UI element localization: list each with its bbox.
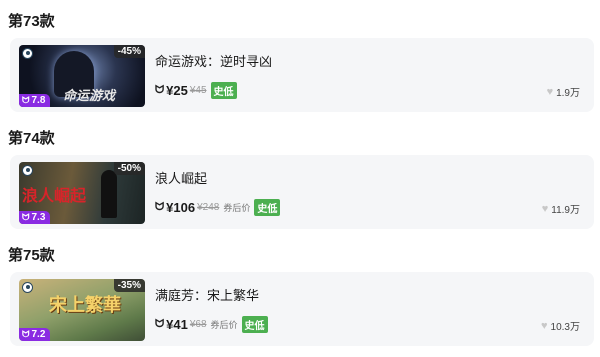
game-name[interactable]: 浪人崛起 [155, 168, 207, 187]
original-price: ¥68 [189, 318, 207, 330]
heart-icon: ♥ [546, 85, 554, 98]
current-price: ¥25 [166, 82, 188, 98]
lowest-price-tag: 史低 [210, 81, 237, 99]
current-price: ¥106 [166, 199, 196, 215]
heybox-icon: ᗢ [155, 317, 165, 330]
steam-icon [22, 165, 33, 176]
game-name[interactable]: 满庭芳：宋上繁华 [155, 285, 259, 304]
like-value: 11.9万 [551, 205, 580, 216]
price-row: ᗢ ¥106 ¥248 券后价 史低 [155, 198, 281, 216]
cover-title: 宋上繁華 [49, 295, 121, 315]
like-value: 1.9万 [556, 88, 580, 99]
discount-badge: -50% [113, 162, 145, 175]
rating-value: 7.2 [31, 329, 46, 340]
rating-value: 7.8 [31, 95, 46, 106]
like-value: 10.3万 [550, 322, 580, 333]
after-coupon-label: 券后价 [223, 202, 251, 213]
rating-badge: ᗢ 7.8 [19, 94, 51, 107]
cover-title: 命运游戏 [63, 88, 116, 103]
price-row: ᗢ ¥41 ¥68 券后价 史低 [155, 315, 268, 333]
section-title-75: 第75款 [8, 247, 55, 264]
heybox-icon: ᗢ [155, 200, 165, 213]
game-cover[interactable]: -50% 浪人崛起 ᗢ 7.3 [19, 162, 145, 224]
rating-value: 7.3 [31, 212, 46, 223]
lowest-price-tag: 史低 [254, 198, 281, 216]
heybox-icon: ᗢ [22, 329, 30, 339]
rating-badge: ᗢ 7.2 [19, 328, 51, 341]
steam-icon [22, 282, 33, 293]
current-price: ¥41 [166, 316, 188, 332]
heybox-icon: ᗢ [155, 83, 165, 96]
original-price: ¥248 [197, 201, 220, 213]
heybox-icon: ᗢ [22, 212, 30, 222]
game-card-73[interactable]: -45% 命运游戏 ᗢ 7.8 命运游戏：逆时寻凶 ᗢ ¥25 ¥45 史低 ♥ … [10, 38, 594, 112]
rating-badge: ᗢ 7.3 [19, 211, 51, 224]
cover-title: 浪人崛起 [22, 188, 87, 205]
section-title-74: 第74款 [8, 130, 55, 147]
game-cover[interactable]: -35% 宋上繁華 ᗢ 7.2 [19, 279, 145, 341]
game-card-74[interactable]: -50% 浪人崛起 ᗢ 7.3 浪人崛起 ᗢ ¥106 ¥248 券后价 史低 ♥… [10, 155, 594, 229]
heart-icon: ♥ [541, 319, 548, 332]
heart-icon: ♥ [541, 202, 549, 215]
game-card-75[interactable]: -35% 宋上繁華 ᗢ 7.2 满庭芳：宋上繁华 ᗢ ¥41 ¥68 券后价 史低… [10, 272, 594, 346]
steam-icon [22, 48, 33, 59]
like-count[interactable]: ♥ 10.3万 [541, 318, 580, 334]
original-price: ¥45 [189, 84, 207, 96]
lowest-price-tag: 史低 [241, 315, 268, 333]
heybox-icon: ᗢ [22, 95, 30, 105]
discount-badge: -45% [113, 45, 145, 58]
section-title-73: 第73款 [8, 13, 55, 30]
like-count[interactable]: ♥ 1.9万 [546, 84, 580, 100]
price-row: ᗢ ¥25 ¥45 史低 [155, 81, 237, 99]
after-coupon-label: 券后价 [210, 319, 238, 330]
game-name[interactable]: 命运游戏：逆时寻凶 [155, 51, 272, 70]
game-cover[interactable]: -45% 命运游戏 ᗢ 7.8 [19, 45, 145, 107]
like-count[interactable]: ♥ 11.9万 [541, 201, 580, 217]
